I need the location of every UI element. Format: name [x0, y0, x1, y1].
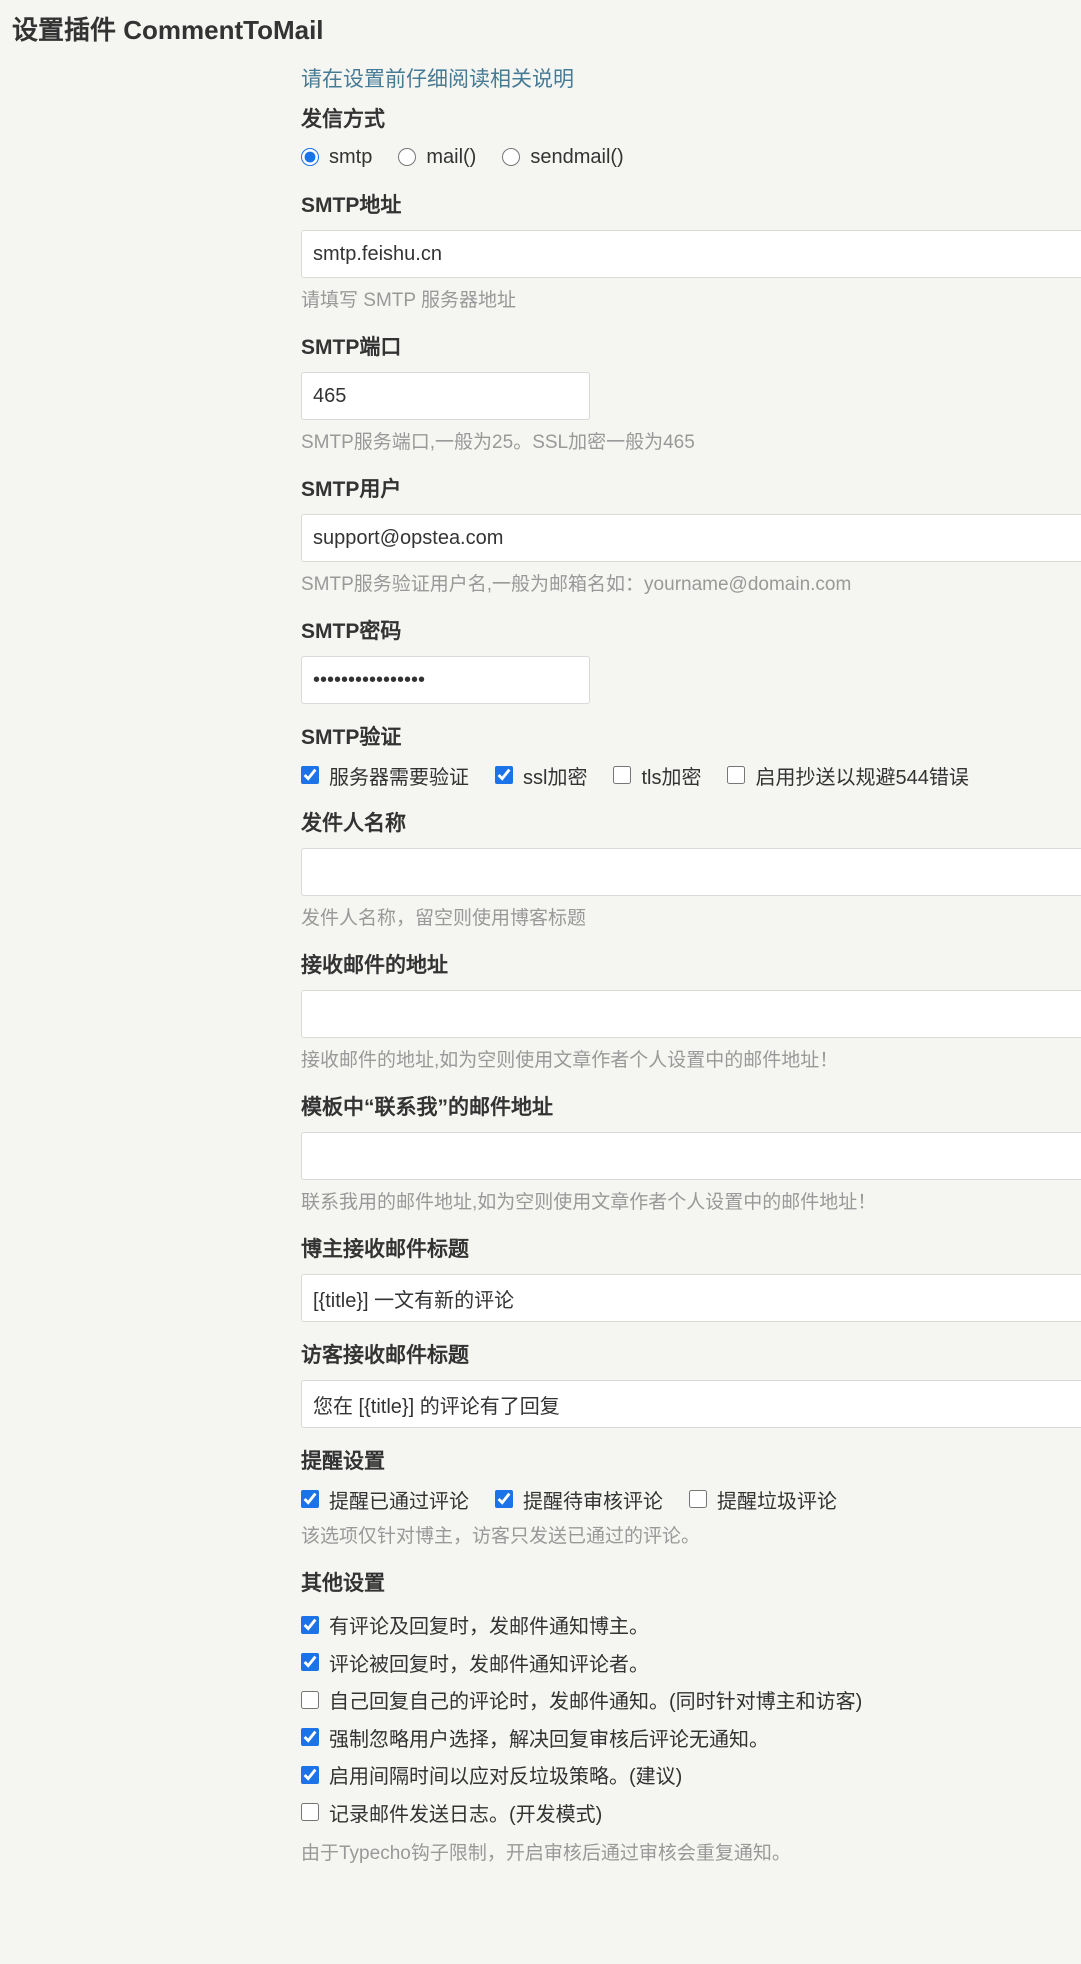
owner-subject-field: 博主接收邮件标题	[301, 1236, 1081, 1322]
radio-sendmail[interactable]	[502, 148, 521, 166]
recv-mail-field: 接收邮件的地址 接收邮件的地址,如为空则使用文章作者个人设置中的邮件地址！	[301, 952, 1081, 1074]
guest-subject-field: 访客接收邮件标题	[301, 1342, 1081, 1428]
from-name-label: 发件人名称	[301, 812, 406, 835]
radio-smtp[interactable]	[301, 148, 319, 166]
notify-spam[interactable]: 提醒垃圾评论	[689, 1485, 837, 1514]
other-option[interactable]: 启用间隔时间以应对反垃圾策略。(建议)	[301, 1756, 1075, 1794]
guide-link[interactable]: 请在设置前仔细阅读相关说明	[301, 64, 1081, 96]
checkbox-notify-approved[interactable]	[301, 1490, 319, 1508]
smtp-host-desc: 请填写 SMTP 服务器地址	[301, 290, 516, 311]
checkbox-notify-waiting[interactable]	[495, 1490, 513, 1508]
checkbox-other[interactable]	[301, 1803, 319, 1822]
verify-tls[interactable]: tls加密	[613, 761, 701, 790]
recv-mail-label: 接收邮件的地址	[301, 954, 448, 977]
radio-mail[interactable]	[398, 148, 417, 166]
checkbox-ssl[interactable]	[495, 766, 513, 784]
other-option[interactable]: 评论被回复时，发邮件通知评论者。	[301, 1644, 1075, 1682]
other-desc: 由于Typecho钩子限制，开启审核后通过审核会重复通知。	[301, 1843, 791, 1864]
other-option[interactable]: 自己回复自己的评论时，发邮件通知。(同时针对博主和访客)	[301, 1681, 1075, 1719]
recv-mail-desc: 接收邮件的地址,如为空则使用文章作者个人设置中的邮件地址！	[301, 1050, 839, 1071]
checkbox-cc[interactable]	[727, 766, 746, 784]
smtp-port-input[interactable]	[301, 372, 590, 420]
send-method-mail[interactable]: mail()	[398, 146, 476, 169]
owner-subject-input[interactable]	[301, 1274, 1081, 1322]
notify-label: 提醒设置	[301, 1450, 385, 1473]
smtp-verify-options: 服务器需要验证 ssl加密 tls加密 启用抄送以规避544错误	[301, 760, 1081, 790]
smtp-user-field: SMTP用户 SMTP服务验证用户名,一般为邮箱名如：yourname@doma…	[301, 476, 1081, 598]
notify-waiting[interactable]: 提醒待审核评论	[495, 1485, 663, 1514]
smtp-host-field: SMTP地址 请填写 SMTP 服务器地址	[301, 192, 1081, 314]
checkbox-notify-spam[interactable]	[689, 1490, 707, 1508]
contact-mail-field: 模板中“联系我”的邮件地址 联系我用的邮件地址,如为空则使用文章作者个人设置中的…	[301, 1094, 1081, 1216]
verify-auth[interactable]: 服务器需要验证	[301, 761, 469, 790]
smtp-user-label: SMTP用户	[301, 478, 402, 501]
smtp-verify-label: SMTP验证	[301, 726, 402, 749]
other-option[interactable]: 有评论及回复时，发邮件通知博主。	[301, 1606, 1075, 1644]
notify-options: 提醒已通过评论 提醒待审核评论 提醒垃圾评论	[301, 1484, 1081, 1514]
checkbox-other[interactable]	[301, 1765, 319, 1784]
smtp-port-label: SMTP端口	[301, 336, 402, 359]
from-name-field: 发件人名称 发件人名称，留空则使用博客标题	[301, 810, 1081, 932]
checkbox-other[interactable]	[301, 1653, 319, 1672]
smtp-host-input[interactable]	[301, 230, 1081, 278]
smtp-pass-label: SMTP密码	[301, 620, 402, 643]
guest-subject-label: 访客接收邮件标题	[301, 1344, 469, 1367]
other-label: 其他设置	[301, 1572, 385, 1595]
smtp-port-field: SMTP端口 SMTP服务端口,一般为25。SSL加密一般为465	[301, 334, 1081, 456]
checkbox-tls[interactable]	[613, 766, 632, 784]
smtp-host-label: SMTP地址	[301, 194, 402, 217]
checkbox-auth[interactable]	[301, 766, 319, 784]
checkbox-other[interactable]	[301, 1728, 319, 1747]
other-option[interactable]: 记录邮件发送日志。(开发模式)	[301, 1794, 1075, 1832]
settings-form: 请在设置前仔细阅读相关说明 发信方式 smtp mail() sendmail(…	[301, 64, 1081, 1867]
checkbox-other[interactable]	[301, 1690, 319, 1709]
verify-ssl[interactable]: ssl加密	[495, 761, 587, 790]
other-field: 其他设置 有评论及回复时，发邮件通知博主。 评论被回复时，发邮件通知评论者。 自…	[301, 1570, 1081, 1867]
contact-mail-input[interactable]	[301, 1132, 1081, 1180]
checkbox-other[interactable]	[301, 1615, 319, 1634]
recv-mail-input[interactable]	[301, 990, 1081, 1038]
send-method-smtp[interactable]: smtp	[301, 146, 372, 169]
smtp-user-desc: SMTP服务验证用户名,一般为邮箱名如：yourname@domain.com	[301, 574, 852, 595]
other-options: 有评论及回复时，发邮件通知博主。 评论被回复时，发邮件通知评论者。 自己回复自己…	[301, 1606, 1081, 1831]
verify-cc[interactable]: 启用抄送以规避544错误	[727, 761, 969, 790]
smtp-user-input[interactable]	[301, 514, 1081, 562]
smtp-pass-input[interactable]	[301, 656, 590, 704]
send-method-sendmail[interactable]: sendmail()	[502, 146, 624, 169]
page-title: 设置插件 CommentToMail	[12, 15, 324, 45]
notify-desc: 该选项仅针对博主，访客只发送已通过的评论。	[301, 1526, 701, 1547]
notify-field: 提醒设置 提醒已通过评论 提醒待审核评论 提醒垃圾评论 该选项仅针对博主，访客只…	[301, 1448, 1081, 1550]
contact-mail-desc: 联系我用的邮件地址,如为空则使用文章作者个人设置中的邮件地址！	[301, 1192, 877, 1213]
smtp-pass-field: SMTP密码	[301, 618, 1081, 704]
notify-approved[interactable]: 提醒已通过评论	[301, 1485, 469, 1514]
from-name-desc: 发件人名称，留空则使用博客标题	[301, 908, 587, 929]
send-method-label: 发信方式	[301, 108, 385, 131]
other-option[interactable]: 强制忽略用户选择，解决回复审核后评论无通知。	[301, 1719, 1075, 1757]
send-method-field: 发信方式 smtp mail() sendmail()	[301, 106, 1081, 172]
guest-subject-input[interactable]	[301, 1380, 1081, 1428]
from-name-input[interactable]	[301, 848, 1081, 896]
smtp-verify-field: SMTP验证 服务器需要验证 ssl加密 tls加密 启用抄送以规避544错误	[301, 724, 1081, 790]
smtp-port-desc: SMTP服务端口,一般为25。SSL加密一般为465	[301, 432, 695, 453]
send-method-options: smtp mail() sendmail()	[301, 142, 1081, 172]
contact-mail-label: 模板中“联系我”的邮件地址	[301, 1096, 553, 1119]
owner-subject-label: 博主接收邮件标题	[301, 1238, 469, 1261]
